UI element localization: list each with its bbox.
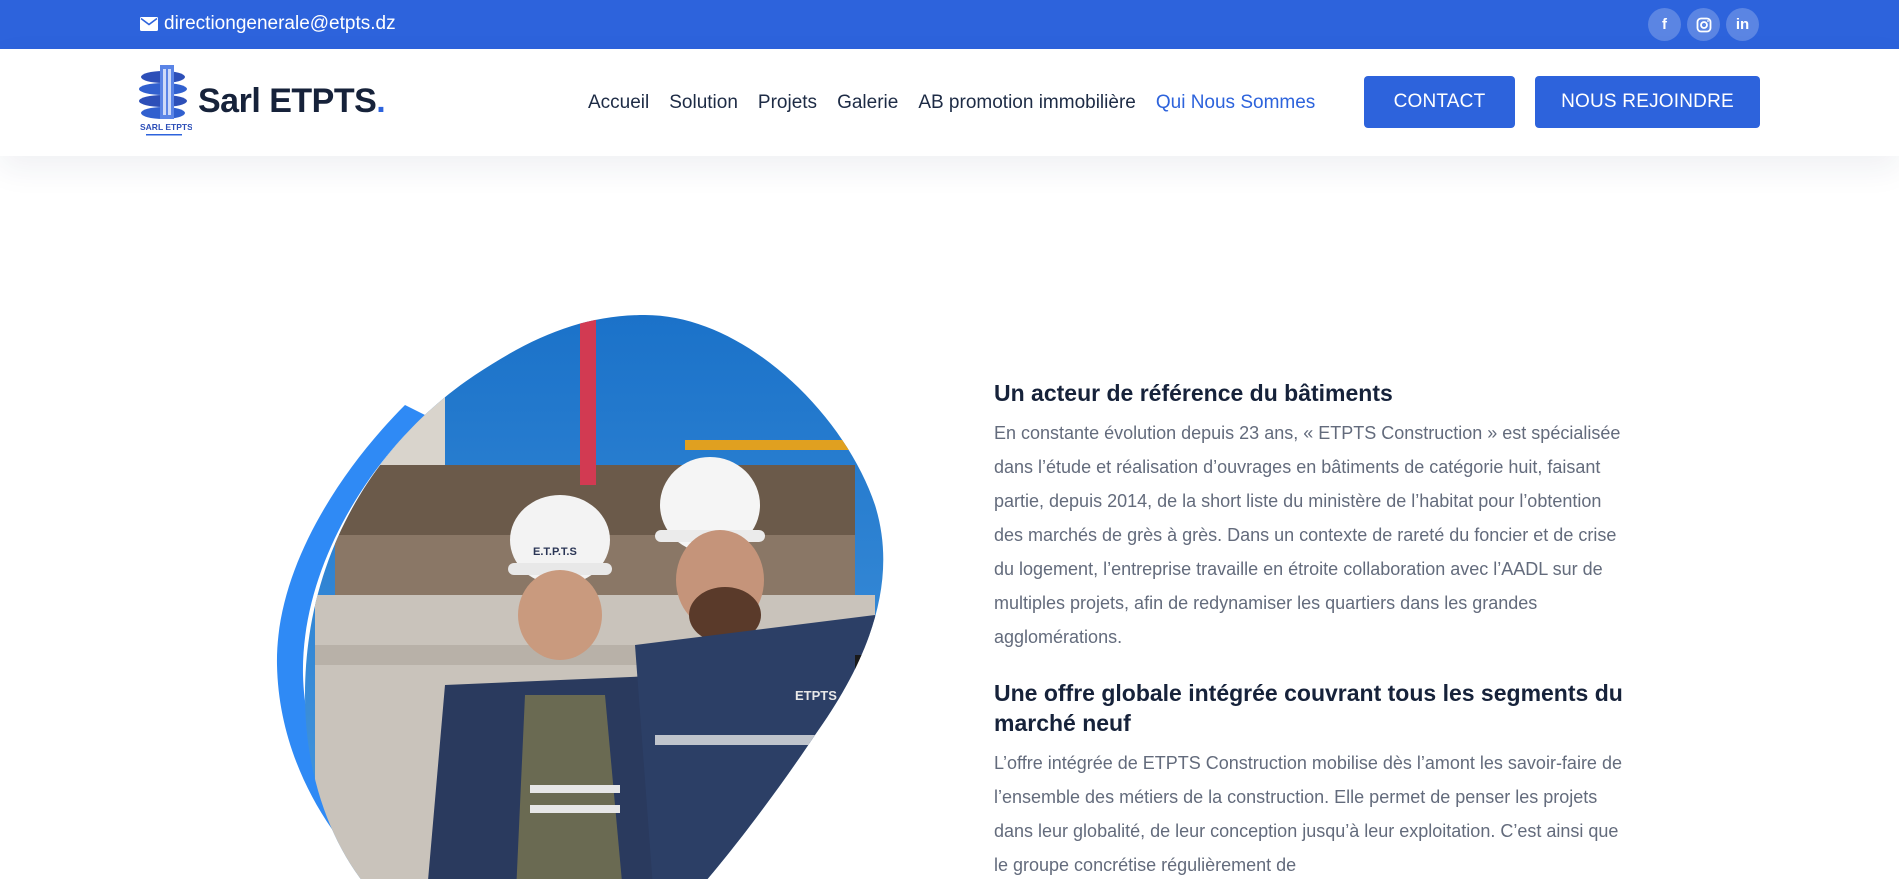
top-bar: directiongenerale@etpts.dz f in [0, 0, 1899, 49]
vest-label-right: ETPTS [795, 688, 837, 703]
section-paragraph-offer: L’offre intégrée de ETPTS Construction m… [994, 753, 1622, 875]
brand-dot: . [376, 81, 386, 120]
facebook-icon[interactable]: f [1648, 8, 1681, 41]
nav-item-ab-promotion[interactable]: AB promotion immobilière [918, 92, 1136, 114]
instagram-glyph [1696, 17, 1711, 32]
photo-content: E.T.P.T.S ETPTS [305, 315, 884, 879]
brand-logo[interactable]: SARL ETPTS Sarl ETPTS. [138, 63, 386, 139]
email-text: directiongenerale@etpts.dz [164, 13, 396, 34]
main-header: SARL ETPTS Sarl ETPTS. Accueil Solution … [0, 49, 1899, 156]
brand-name: Sarl ETPTS. [198, 81, 386, 121]
workers-photo: E.T.P.T.S ETPTS [276, 315, 884, 879]
section-heading-reference: Un acteur de référence du bâtiments [994, 380, 1393, 406]
contact-email[interactable]: directiongenerale@etpts.dz [140, 13, 396, 35]
nav-item-galerie[interactable]: Galerie [837, 92, 898, 114]
section-paragraph-reference: En constante évolution depuis 23 ans, « … [994, 423, 1621, 647]
logo-caption: SARL ETPTS [140, 122, 192, 132]
main-navigation: Accueil Solution Projets Galerie AB prom… [588, 92, 1335, 114]
building-logo-icon: SARL ETPTS [139, 65, 192, 136]
helmet-label-left: E.T.P.T.S [533, 546, 577, 558]
brand-name-text: Sarl ETPTS [198, 81, 377, 120]
nav-item-solution[interactable]: Solution [669, 92, 738, 114]
mail-icon [140, 17, 158, 31]
nav-item-qui-nous-sommes[interactable]: Qui Nous Sommes [1156, 92, 1315, 114]
join-us-button[interactable]: NOUS REJOINDRE [1535, 76, 1760, 128]
contact-button[interactable]: CONTACT [1364, 76, 1515, 128]
nav-item-projets[interactable]: Projets [758, 92, 817, 114]
about-content: Un acteur de référence du bâtiments En c… [994, 378, 1624, 879]
nav-item-accueil[interactable]: Accueil [588, 92, 649, 114]
social-links: f in [1648, 8, 1759, 41]
section-heading-offer: Une offre globale intégrée couvrant tous… [994, 680, 1623, 736]
linkedin-icon[interactable]: in [1726, 8, 1759, 41]
instagram-icon[interactable] [1687, 8, 1720, 41]
